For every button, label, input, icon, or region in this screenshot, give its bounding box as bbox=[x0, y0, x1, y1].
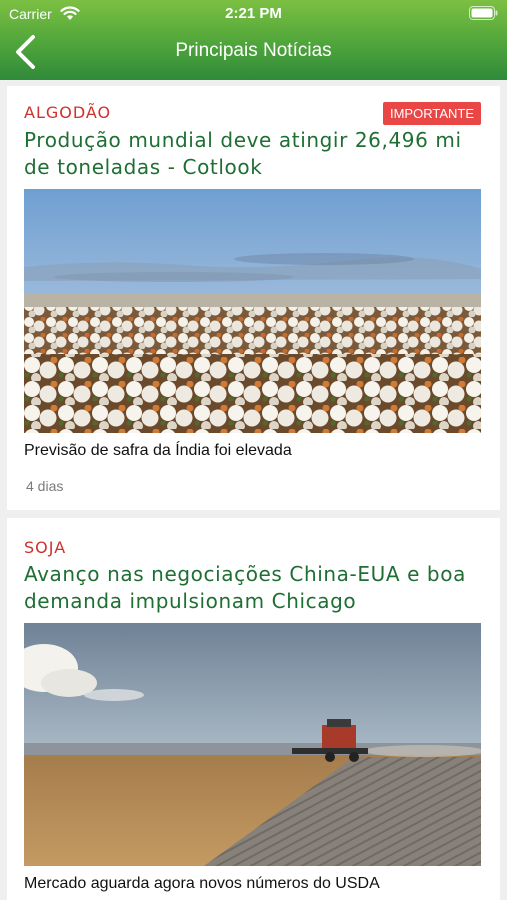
news-caption: Mercado aguarda agora novos números do U… bbox=[24, 875, 380, 892]
news-card[interactable]: ALGODÃO IMPORTANTE Produção mundial deve… bbox=[7, 86, 500, 510]
news-caption: Previsão de safra da Índia foi elevada bbox=[24, 442, 292, 459]
news-headline[interactable]: Produção mundial deve atingir 26,496 mi … bbox=[24, 127, 484, 181]
news-age: 4 dias bbox=[26, 478, 64, 494]
harvest-field-image bbox=[24, 623, 481, 866]
clock: 2:21 PM bbox=[225, 5, 282, 22]
news-category: ALGODÃO bbox=[24, 103, 112, 122]
status-bar: Carrier 2:21 PM bbox=[0, 0, 507, 28]
page-title: Principais Notícias bbox=[175, 40, 332, 61]
news-headline[interactable]: Avanço nas negociações China-EUA e boa d… bbox=[24, 561, 484, 615]
battery-icon bbox=[469, 6, 498, 20]
cotton-field-image bbox=[24, 189, 481, 433]
news-card[interactable]: SOJA Avanço nas negociações China-EUA e … bbox=[7, 518, 500, 900]
cotton-field-photo[interactable] bbox=[24, 189, 481, 433]
important-badge: IMPORTANTE bbox=[382, 102, 481, 125]
nav-header: Carrier 2:21 PM Principais Notícias bbox=[0, 0, 507, 80]
news-category: SOJA bbox=[24, 538, 67, 557]
combine-harvester-photo[interactable] bbox=[24, 623, 481, 866]
